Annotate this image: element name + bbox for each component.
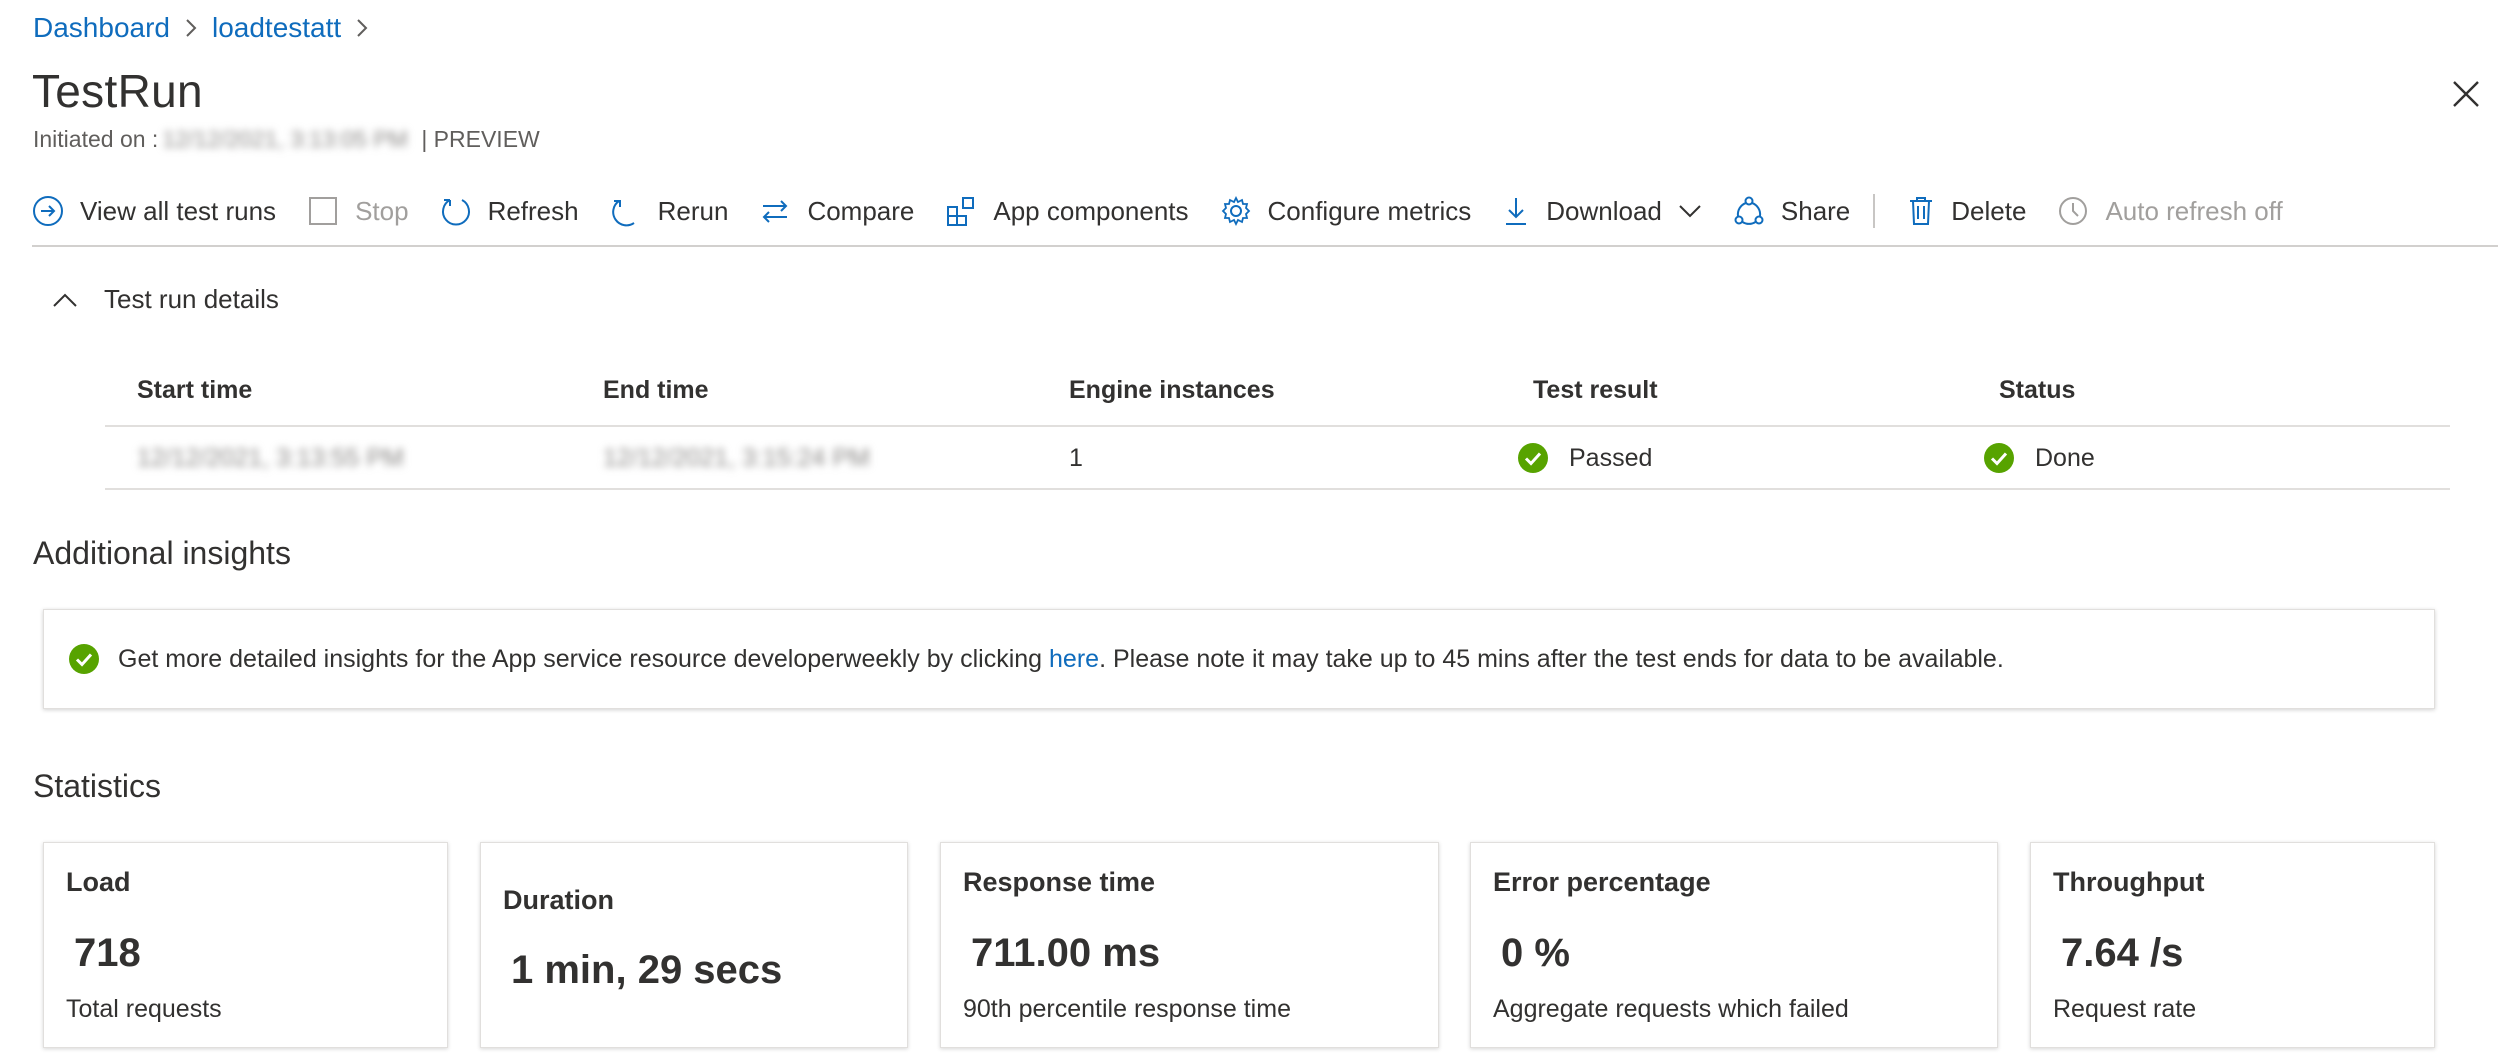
refresh-button[interactable]: Refresh bbox=[440, 186, 579, 236]
rerun-icon bbox=[611, 200, 635, 227]
chevron-right-icon bbox=[355, 17, 369, 39]
chevron-right-icon bbox=[184, 17, 198, 39]
insights-message-box: Get more detailed insights for the App s… bbox=[43, 609, 2435, 709]
stat-card-throughput: Throughput 7.64 /s Request rate bbox=[2030, 842, 2435, 1048]
compare-label: Compare bbox=[807, 195, 915, 226]
test-run-details-label: Test run details bbox=[104, 284, 279, 314]
insights-message: Get more detailed insights for the App s… bbox=[118, 645, 2004, 674]
table-header-divider bbox=[105, 425, 2450, 427]
view-all-test-runs-button[interactable]: View all test runs bbox=[32, 186, 276, 236]
view-all-test-runs-label: View all test runs bbox=[80, 195, 277, 226]
end-time-value: 12/12/2021, 3:15:24 PM bbox=[603, 443, 870, 472]
clock-icon bbox=[2059, 197, 2088, 225]
chevron-down-icon bbox=[1679, 205, 1701, 218]
stat-card-description: 90th percentile response time bbox=[963, 995, 1291, 1023]
trash-icon bbox=[1910, 197, 1933, 225]
stat-card-error-percentage: Error percentage 0 % Aggregate requests … bbox=[1470, 842, 1998, 1048]
share-button[interactable]: Share bbox=[1733, 186, 1850, 236]
stat-card-title: Throughput bbox=[2053, 867, 2205, 897]
share-label: Share bbox=[1780, 195, 1851, 226]
stat-card-description: Request rate bbox=[2053, 995, 2197, 1023]
stat-card-value: 718 bbox=[74, 931, 141, 975]
stat-card-response-time: Response time 711.00 ms 90th percentile … bbox=[940, 842, 1439, 1048]
check-circle-icon bbox=[1984, 443, 2014, 473]
auto-refresh-button[interactable]: Auto refresh off bbox=[2057, 186, 2283, 236]
chevron-up-icon bbox=[53, 293, 77, 307]
arrow-circle-right-icon bbox=[33, 196, 63, 226]
app-components-icon bbox=[947, 197, 975, 226]
table-row-divider bbox=[105, 488, 2450, 490]
column-header-start-time: Start time bbox=[137, 376, 253, 404]
app-components-button[interactable]: App components bbox=[945, 186, 1189, 236]
gear-icon bbox=[1221, 195, 1250, 227]
check-circle-icon bbox=[69, 644, 99, 674]
stop-square-icon bbox=[309, 197, 338, 225]
end-time-cell: 12/12/2021, 3:15:24 PM bbox=[603, 442, 873, 474]
configure-metrics-button[interactable]: Configure metrics bbox=[1220, 186, 1472, 236]
initiated-value: 12/12/2021, 3:13:05 PM bbox=[162, 126, 408, 152]
column-header-engine-instances: Engine instances bbox=[1069, 376, 1275, 404]
engine-instances-value: 1 bbox=[1069, 443, 1083, 472]
column-header-test-result: Test result bbox=[1533, 376, 1658, 404]
auto-refresh-label: Auto refresh off bbox=[2105, 195, 2283, 226]
stat-card-value: 1 min, 29 secs bbox=[511, 948, 783, 992]
download-icon bbox=[1506, 198, 1527, 225]
test-result-cell: Passed bbox=[1517, 442, 1652, 474]
download-button[interactable]: Download bbox=[1502, 186, 1702, 236]
check-circle-icon bbox=[1518, 443, 1548, 473]
rerun-label: Rerun bbox=[657, 195, 729, 226]
command-bar: View all test runs Stop Refresh Rerun Co… bbox=[32, 186, 2314, 236]
delete-label: Delete bbox=[1951, 195, 2027, 226]
status-cell: Done bbox=[1983, 442, 2095, 474]
stat-card-title: Response time bbox=[963, 867, 1156, 897]
toolbar-divider bbox=[1873, 194, 1876, 228]
stat-card-load: Load 718 Total requests bbox=[43, 842, 448, 1048]
compare-button[interactable]: Compare bbox=[759, 186, 914, 236]
refresh-icon bbox=[441, 199, 470, 226]
rerun-button[interactable]: Rerun bbox=[610, 186, 729, 236]
app-components-label: App components bbox=[993, 195, 1189, 226]
initiated-on-line: Initiated on : 12/12/2021, 3:13:05 PM | … bbox=[33, 126, 540, 153]
column-header-end-time: End time bbox=[603, 376, 709, 404]
insights-message-start: Get more detailed insights for the App s… bbox=[118, 644, 1050, 673]
compare-arrows-icon bbox=[763, 200, 788, 223]
status-value: Done bbox=[2035, 443, 2095, 472]
test-result-value: Passed bbox=[1569, 443, 1653, 472]
share-icon bbox=[1734, 196, 1764, 225]
insights-here-link[interactable]: here bbox=[1049, 645, 1099, 673]
stop-label: Stop bbox=[355, 195, 409, 226]
close-icon[interactable] bbox=[2448, 76, 2484, 112]
stat-card-title: Duration bbox=[503, 885, 614, 915]
breadcrumb: Dashboard loadtestatt bbox=[33, 10, 383, 46]
refresh-label: Refresh bbox=[487, 195, 579, 226]
stat-card-title: Error percentage bbox=[1493, 867, 1711, 897]
breadcrumb-dashboard-link[interactable]: Dashboard bbox=[33, 12, 170, 44]
test-run-details-toggle[interactable]: Test run details bbox=[52, 284, 279, 315]
stat-card-value: 711.00 ms bbox=[971, 931, 1161, 975]
column-header-status: Status bbox=[1999, 376, 2076, 404]
statistics-heading: Statistics bbox=[33, 768, 162, 804]
breadcrumb-loadtest-link[interactable]: loadtestatt bbox=[212, 12, 341, 44]
stat-card-description: Aggregate requests which failed bbox=[1493, 995, 1849, 1023]
start-time-cell: 12/12/2021, 3:13:55 PM bbox=[137, 442, 407, 474]
start-time-value: 12/12/2021, 3:13:55 PM bbox=[137, 443, 404, 472]
preview-label: | PREVIEW bbox=[421, 126, 540, 152]
delete-button[interactable]: Delete bbox=[1907, 186, 2026, 236]
stat-card-value: 0 % bbox=[1501, 931, 1570, 975]
additional-insights-heading: Additional insights bbox=[33, 535, 291, 571]
initiated-label: Initiated on : bbox=[33, 126, 159, 152]
stat-card-title: Load bbox=[66, 867, 131, 897]
configure-metrics-label: Configure metrics bbox=[1267, 195, 1472, 226]
stat-card-duration: Duration 1 min, 29 secs bbox=[480, 842, 908, 1048]
page-title: TestRun bbox=[32, 65, 203, 117]
toolbar-divider-line bbox=[32, 245, 2498, 247]
download-label: Download bbox=[1546, 195, 1662, 226]
stat-card-description: Total requests bbox=[66, 995, 222, 1023]
stop-button[interactable]: Stop bbox=[307, 186, 409, 236]
stat-card-value: 7.64 /s bbox=[2061, 931, 2184, 975]
insights-message-end: . Please note it may take up to 45 mins … bbox=[1099, 644, 2004, 673]
